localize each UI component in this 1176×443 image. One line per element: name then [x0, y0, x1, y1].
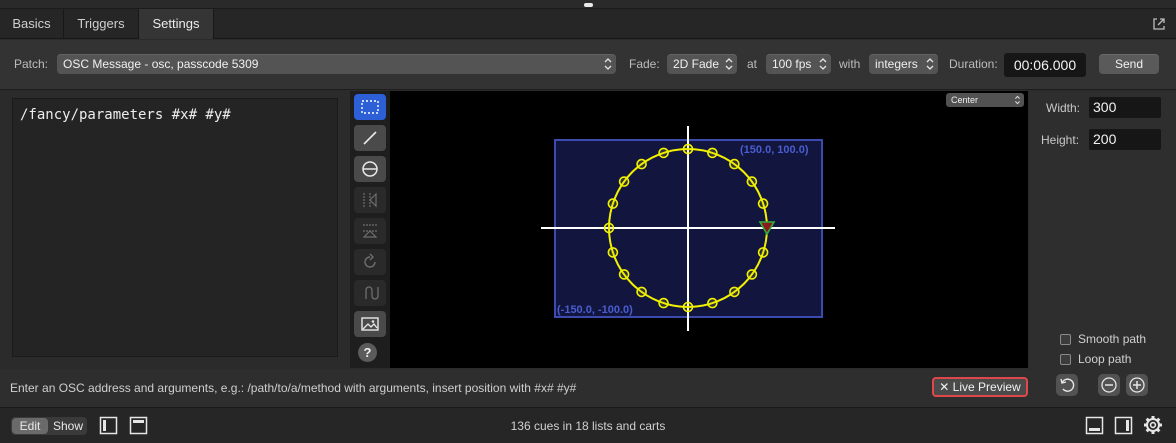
circle-tool[interactable]	[354, 156, 386, 182]
duration-label: Duration:	[949, 57, 998, 71]
path-canvas[interactable]: (150.0, 100.0) (-150.0, -100.0)	[390, 91, 1028, 368]
osc-message-editor[interactable]: /fancy/parameters #x# #y#	[12, 98, 338, 357]
path-control-point[interactable]	[729, 286, 740, 298]
send-button[interactable]: Send	[1099, 54, 1159, 74]
resize-grip[interactable]	[584, 3, 593, 7]
path-control-point[interactable]	[729, 158, 740, 170]
corner-top-right-label: (150.0, 100.0)	[740, 144, 809, 156]
path-control-point[interactable]	[682, 301, 694, 313]
flip-horizontal-icon	[363, 192, 377, 208]
fade-select[interactable]: 2D Fade	[667, 54, 737, 74]
image-icon	[361, 317, 379, 331]
select-rect-tool[interactable]	[354, 94, 386, 120]
path-control-point[interactable]	[658, 147, 669, 159]
path-control-point[interactable]	[607, 247, 619, 258]
osc-message-text[interactable]: /fancy/parameters #x# #y#	[20, 107, 231, 123]
number-format-value: integers	[875, 57, 918, 71]
chevron-updown-icon	[926, 58, 934, 70]
patch-select-value: OSC Message - osc, passcode 5309	[63, 57, 259, 71]
number-format-select[interactable]: integers	[869, 54, 938, 74]
smooth-path-label[interactable]: Smooth path	[1078, 332, 1146, 346]
fade-path-preview: ? (150.0, 100.0) (-150.0, -100.0) Center	[350, 91, 1028, 368]
at-label: at	[747, 57, 758, 71]
path-control-point[interactable]	[746, 269, 758, 280]
select-rect-icon	[361, 100, 379, 114]
path-control-point[interactable]	[757, 247, 769, 258]
toggle-right-pane-icon[interactable]	[1114, 416, 1133, 435]
rotate-icon	[364, 253, 376, 268]
flip-vertical-tool[interactable]	[354, 218, 386, 244]
tab-settings[interactable]: Settings	[138, 9, 214, 39]
flip-vertical-icon	[362, 224, 378, 238]
corner-bottom-left-label: (-150.0, -100.0)	[557, 304, 633, 316]
plus-circle-icon	[1129, 377, 1145, 393]
path-control-point[interactable]	[636, 158, 647, 170]
path-control-point[interactable]	[607, 198, 619, 209]
width-field[interactable]: 300	[1089, 97, 1161, 118]
line-tool[interactable]	[354, 125, 386, 151]
path-control-point[interactable]	[707, 147, 718, 159]
add-point-button[interactable]	[1126, 374, 1148, 396]
tab-triggers[interactable]: Triggers	[64, 9, 139, 39]
patch-select[interactable]: OSC Message - osc, passcode 5309	[57, 54, 616, 74]
cue-summary: 136 cues in 18 lists and carts	[510, 419, 666, 433]
path-control-point[interactable]	[746, 176, 758, 187]
anchor-select-value: Center	[951, 95, 979, 105]
background-image-tool[interactable]	[354, 311, 386, 337]
help-button[interactable]: ?	[358, 343, 377, 362]
path-tools: ?	[350, 91, 390, 368]
chevron-updown-icon	[725, 58, 733, 70]
path-control-point[interactable]	[682, 143, 694, 155]
path-control-point[interactable]	[618, 176, 630, 187]
size-panel: Width: 300 Height: 200 Smooth path Loop …	[1029, 91, 1176, 407]
fade-select-value: 2D Fade	[673, 57, 720, 71]
status-bar: Edit Show 136 cues in 18 lists and carts	[0, 407, 1176, 443]
hint-bar: Enter an OSC address and arguments, e.g.…	[0, 369, 1029, 407]
minus-circle-icon	[1101, 377, 1117, 393]
rotate-tool[interactable]	[354, 249, 386, 275]
smooth-path-checkbox[interactable]	[1060, 334, 1071, 345]
height-label: Height:	[1041, 133, 1080, 147]
gear-icon[interactable]	[1143, 415, 1163, 435]
window-top-edge	[0, 0, 1176, 9]
reverse-path-icon	[365, 286, 379, 300]
with-label: with	[839, 57, 861, 71]
remove-point-button[interactable]	[1098, 374, 1120, 396]
path-control-point[interactable]	[707, 297, 718, 309]
path-control-point[interactable]	[618, 269, 630, 280]
duration-field[interactable]: 00:06.000	[1004, 53, 1086, 77]
height-field[interactable]: 200	[1089, 129, 1161, 150]
path-control-point[interactable]	[757, 198, 769, 209]
anchor-select[interactable]: Center	[946, 93, 1024, 107]
undo-rotate-icon	[1060, 378, 1075, 392]
tab-basics[interactable]: Basics	[0, 9, 64, 39]
toggle-bottom-pane-icon[interactable]	[1085, 416, 1104, 435]
chevron-updown-icon	[1015, 95, 1020, 105]
chevron-updown-icon	[819, 58, 827, 70]
popout-icon[interactable]	[1152, 17, 1166, 31]
reverse-path-tool[interactable]	[354, 280, 386, 306]
chevron-updown-icon	[604, 58, 612, 70]
flip-horizontal-tool[interactable]	[354, 187, 386, 213]
live-preview-button[interactable]: ✕ Live Preview	[932, 377, 1028, 397]
fps-select[interactable]: 100 fps	[766, 54, 831, 74]
line-icon	[363, 131, 377, 145]
circle-icon	[362, 161, 378, 177]
path-control-point[interactable]	[603, 222, 615, 234]
width-label: Width:	[1046, 101, 1081, 115]
loop-path-checkbox[interactable]	[1060, 354, 1071, 365]
loop-path-label[interactable]: Loop path	[1078, 352, 1131, 366]
patch-toolbar: Patch: OSC Message - osc, passcode 5309 …	[0, 40, 1176, 90]
path-control-point[interactable]	[658, 297, 669, 309]
hint-text: Enter an OSC address and arguments, e.g.…	[10, 381, 577, 395]
fade-label: Fade:	[629, 57, 660, 71]
inspector-tabbar: Basics Triggers Settings	[0, 9, 1176, 39]
reset-button[interactable]	[1056, 374, 1078, 396]
patch-label: Patch:	[14, 57, 49, 71]
path-control-point[interactable]	[636, 286, 647, 298]
fps-select-value: 100 fps	[772, 57, 812, 71]
